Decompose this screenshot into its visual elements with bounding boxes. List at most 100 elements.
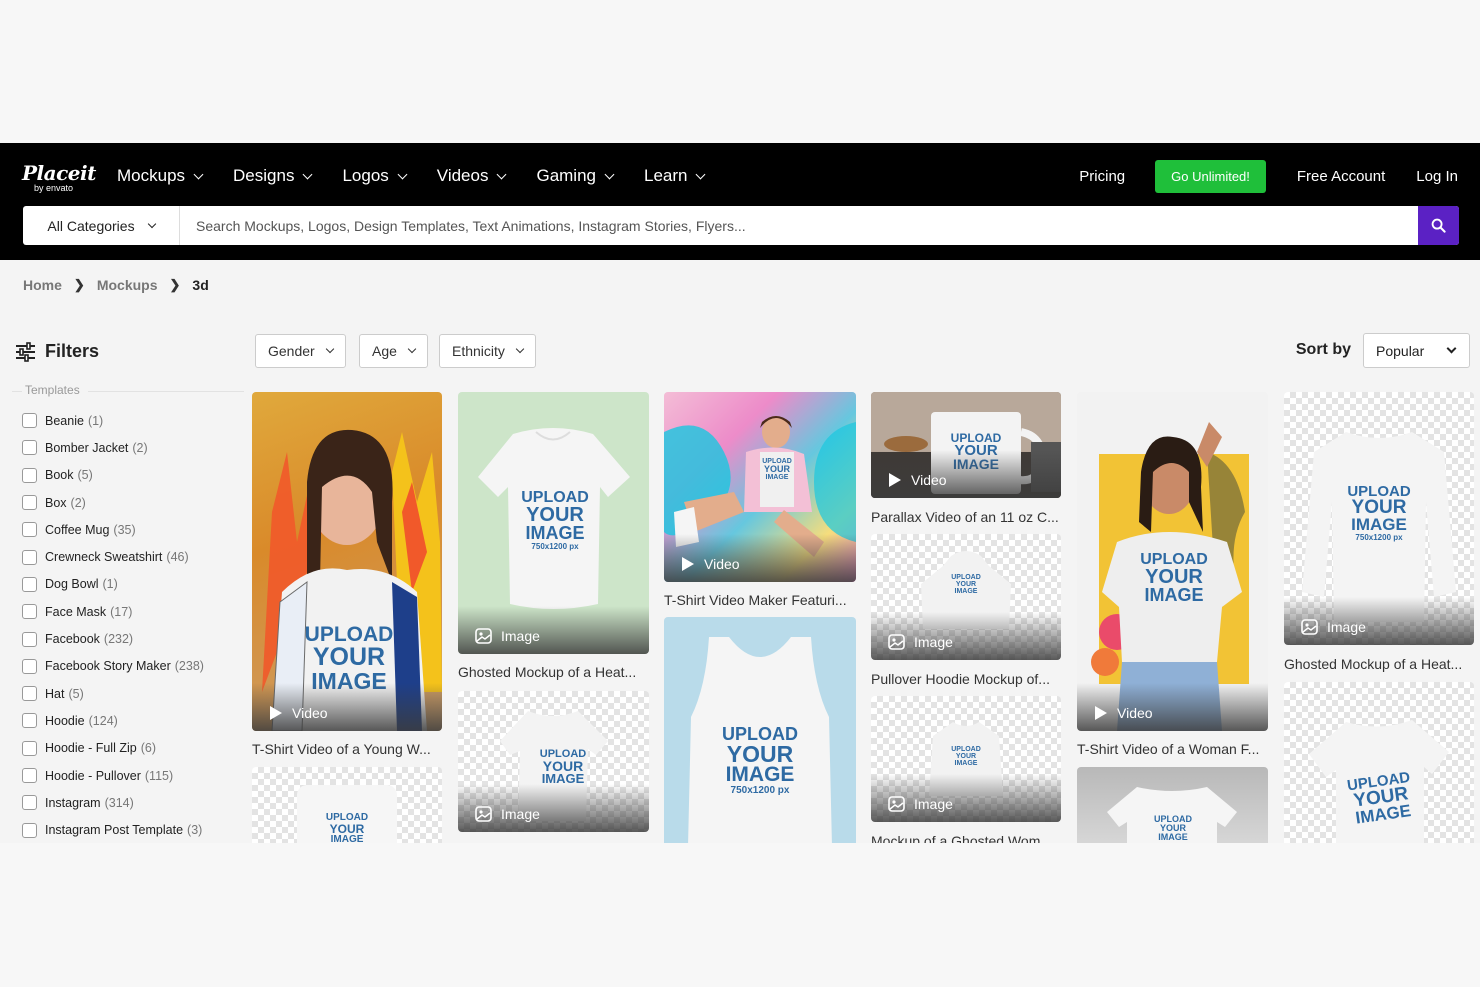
ethnicity-dropdown[interactable]: Ethnicity bbox=[439, 334, 536, 368]
card-caption[interactable]: Pullover Hoodie Mockup of... bbox=[871, 671, 1050, 687]
product-card[interactable]: UPLOAD YOUR IMAGE bbox=[1284, 682, 1474, 843]
checkbox[interactable] bbox=[22, 413, 37, 429]
breadcrumb-home[interactable]: Home bbox=[23, 277, 62, 293]
breadcrumb-separator-icon: ❯ bbox=[169, 277, 181, 292]
search-input[interactable] bbox=[180, 206, 1418, 245]
checkbox[interactable] bbox=[22, 658, 37, 674]
card-caption[interactable]: Parallax Video of an 11 oz C... bbox=[871, 509, 1059, 525]
upload-text: YOUR bbox=[955, 581, 977, 588]
card-caption[interactable]: Mockup of a Ghosted Wom... bbox=[871, 833, 1052, 843]
gender-dropdown[interactable]: Gender bbox=[255, 334, 346, 368]
nav-mockups[interactable]: Mockups bbox=[117, 165, 204, 187]
image-badge: Image bbox=[888, 634, 953, 650]
pricing-link[interactable]: Pricing bbox=[1079, 168, 1125, 185]
image-icon bbox=[888, 796, 905, 812]
upload-text: YOUR bbox=[955, 753, 977, 760]
filter-item[interactable]: Crewneck Sweatshirt (46) bbox=[22, 543, 204, 570]
play-icon bbox=[1095, 706, 1107, 720]
product-card[interactable]: UPLOAD YOUR IMAGE 750x1200 px bbox=[664, 617, 856, 843]
play-icon bbox=[889, 473, 901, 487]
product-card[interactable]: UPLOAD YOUR IMAGE bbox=[252, 767, 442, 843]
sort-select-value: Popular bbox=[1376, 342, 1425, 359]
product-card[interactable]: UPLOAD YOUR IMAGE Image bbox=[871, 696, 1061, 822]
nav-logos[interactable]: Logos bbox=[342, 165, 408, 187]
free-account-link[interactable]: Free Account bbox=[1297, 168, 1385, 185]
filter-count: (124) bbox=[88, 713, 118, 728]
filters-header[interactable]: Filters bbox=[15, 341, 99, 362]
filter-item[interactable]: Instagram (314) bbox=[22, 789, 204, 816]
filter-item[interactable]: Facebook (232) bbox=[22, 625, 204, 652]
image-badge-label: Image bbox=[501, 806, 540, 822]
filter-item[interactable]: Hat (5) bbox=[22, 680, 204, 707]
go-unlimited-button[interactable]: Go Unlimited! bbox=[1155, 160, 1266, 193]
card-caption[interactable]: T-Shirt Video of a Young W... bbox=[252, 741, 431, 757]
filter-item[interactable]: Book (5) bbox=[22, 462, 204, 489]
filter-item[interactable]: Hoodie (124) bbox=[22, 707, 204, 734]
checkbox[interactable] bbox=[22, 549, 37, 565]
filter-count: (46) bbox=[166, 550, 189, 565]
upload-text: IMAGE bbox=[525, 523, 585, 543]
product-card[interactable]: UPLOAD YOUR IMAGE Video bbox=[1077, 392, 1268, 731]
checkbox[interactable] bbox=[22, 822, 37, 838]
search-button[interactable] bbox=[1418, 206, 1459, 245]
filter-item[interactable]: Hoodie - Pullover (115) bbox=[22, 762, 204, 789]
breadcrumb-current: 3d bbox=[192, 277, 209, 293]
filter-item[interactable]: Instagram Post Template (3) bbox=[22, 816, 204, 843]
card-caption[interactable]: T-Shirt Video of a Woman F... bbox=[1077, 741, 1259, 757]
filter-item[interactable]: Coffee Mug (35) bbox=[22, 516, 204, 543]
nav-videos[interactable]: Videos bbox=[437, 165, 507, 187]
checkbox[interactable] bbox=[22, 795, 37, 811]
nav-gaming[interactable]: Gaming bbox=[536, 165, 615, 187]
checkbox[interactable] bbox=[22, 686, 37, 702]
category-select[interactable]: All Categories bbox=[23, 206, 180, 245]
checkbox[interactable] bbox=[22, 740, 37, 756]
image-badge: Image bbox=[1301, 619, 1366, 635]
image-badge: Image bbox=[888, 796, 953, 812]
age-dropdown[interactable]: Age bbox=[359, 334, 428, 368]
sort-select[interactable]: Popular bbox=[1363, 333, 1470, 368]
filter-item[interactable]: Face Mask (17) bbox=[22, 598, 204, 625]
filter-item[interactable]: Facebook Story Maker (238) bbox=[22, 653, 204, 680]
placeit-logo[interactable]: Placeit by envato bbox=[22, 161, 96, 193]
checkbox[interactable] bbox=[22, 440, 37, 456]
nav-learn[interactable]: Learn bbox=[644, 165, 706, 187]
chevron-down-icon bbox=[497, 169, 507, 179]
upload-text: YOUR bbox=[726, 741, 794, 767]
filter-label: Dog Bowl bbox=[45, 577, 99, 592]
card-caption[interactable]: Ghosted Mockup of a Heat... bbox=[1284, 656, 1462, 672]
breadcrumb-mockups[interactable]: Mockups bbox=[97, 277, 158, 293]
chevron-down-icon bbox=[515, 344, 525, 354]
login-link[interactable]: Log In bbox=[1416, 168, 1458, 185]
nav-logos-label: Logos bbox=[342, 166, 389, 185]
filter-label: Instagram bbox=[45, 795, 101, 810]
upload-text: IMAGE bbox=[954, 588, 978, 595]
filter-item[interactable]: Dog Bowl (1) bbox=[22, 571, 204, 598]
product-card[interactable]: UPLOAD YOUR IMAGE bbox=[1077, 767, 1268, 843]
checkbox[interactable] bbox=[22, 467, 37, 483]
product-card[interactable]: UPLOAD YOUR IMAGE Video bbox=[252, 392, 442, 731]
checkbox[interactable] bbox=[22, 495, 37, 511]
checkbox[interactable] bbox=[22, 522, 37, 538]
filter-item[interactable]: Box (2) bbox=[22, 489, 204, 516]
card-caption[interactable]: T-Shirt Video Maker Featuri... bbox=[664, 592, 847, 608]
image-badge-label: Image bbox=[501, 628, 540, 644]
age-dropdown-label: Age bbox=[372, 343, 397, 359]
product-card[interactable]: UPLOAD YOUR IMAGE Video bbox=[871, 392, 1061, 498]
filter-item[interactable]: Bomber Jacket (2) bbox=[22, 434, 204, 461]
checkbox[interactable] bbox=[22, 631, 37, 647]
checkbox[interactable] bbox=[22, 713, 37, 729]
image-badge-label: Image bbox=[914, 634, 953, 650]
filter-item[interactable]: Hoodie - Full Zip (6) bbox=[22, 735, 204, 762]
chevron-down-icon bbox=[303, 169, 313, 179]
product-card[interactable]: UPLOAD YOUR IMAGE Video bbox=[664, 392, 856, 582]
nav-designs[interactable]: Designs bbox=[233, 165, 313, 187]
product-card[interactable]: UPLOAD YOUR IMAGE Image bbox=[871, 534, 1061, 660]
product-card[interactable]: UPLOAD YOUR IMAGE Image bbox=[458, 691, 649, 832]
product-card[interactable]: UPLOAD YOUR IMAGE 750x1200 px Image bbox=[458, 392, 649, 654]
product-card[interactable]: UPLOAD YOUR IMAGE 750x1200 px Image bbox=[1284, 392, 1474, 645]
card-caption[interactable]: Ghosted Mockup of a Heat... bbox=[458, 664, 636, 680]
checkbox[interactable] bbox=[22, 768, 37, 783]
checkbox[interactable] bbox=[22, 576, 37, 592]
filter-item[interactable]: Beanie (1) bbox=[22, 407, 204, 434]
checkbox[interactable] bbox=[22, 604, 37, 620]
